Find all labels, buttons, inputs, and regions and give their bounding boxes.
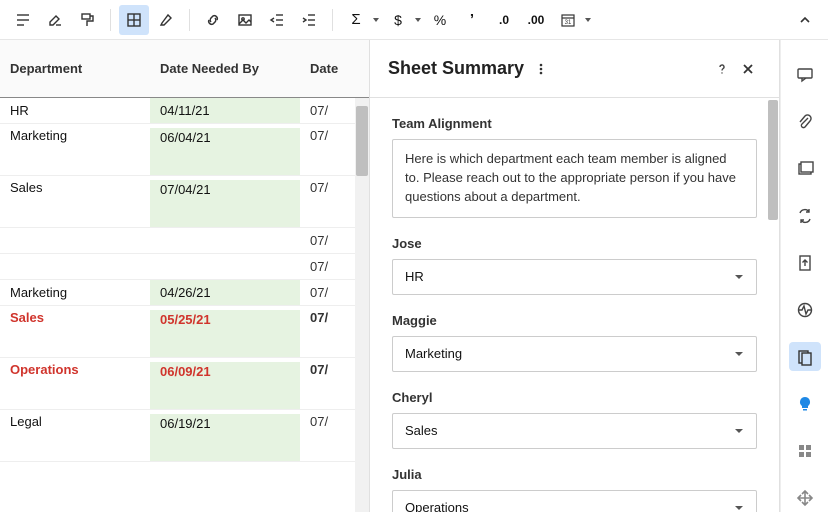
image-button[interactable]	[230, 5, 260, 35]
summary-scroll-thumb[interactable]	[768, 100, 778, 220]
decrease-decimal-button[interactable]: .0	[489, 5, 519, 35]
cell-date-needed[interactable]	[150, 228, 300, 253]
column-header-department[interactable]: Department	[0, 61, 150, 76]
proofs-button[interactable]	[789, 154, 821, 183]
dropdown-person-department[interactable]: Operations	[392, 490, 757, 512]
cell-department[interactable]: Legal	[0, 414, 150, 429]
table-row[interactable]: Sales05/25/2107/	[0, 306, 369, 358]
tips-button[interactable]	[789, 389, 821, 418]
grid-rows[interactable]: HR04/11/2107/Marketing06/04/2107/Sales07…	[0, 98, 369, 512]
sum-button[interactable]: Σ	[341, 5, 371, 35]
table-row[interactable]: 07/	[0, 228, 369, 254]
grid-scrollbar[interactable]	[355, 98, 369, 512]
wrap-button[interactable]	[8, 5, 38, 35]
summary-header: Sheet Summary	[370, 40, 779, 98]
date-format-button[interactable]: 31	[553, 5, 583, 35]
cell-date-needed[interactable]: 06/04/21	[150, 128, 300, 175]
column-header-date[interactable]: Date	[300, 61, 369, 76]
sum-dropdown[interactable]	[371, 16, 381, 24]
cell-date-needed[interactable]: 05/25/21	[150, 310, 300, 357]
cell-date-needed[interactable]: 04/26/21	[150, 280, 300, 305]
dropdown-value: Sales	[405, 423, 438, 438]
cell-date-needed[interactable]: 07/04/21	[150, 180, 300, 227]
summary-close-button[interactable]	[735, 56, 761, 82]
update-requests-button[interactable]	[789, 201, 821, 230]
dropdown-person-department[interactable]: Sales	[392, 413, 757, 449]
cell-department[interactable]: HR	[0, 103, 150, 118]
highlight-button[interactable]	[151, 5, 181, 35]
cell-date-needed[interactable]: 06/09/21	[150, 362, 300, 409]
grid-region: Department Date Needed By Date HR04/11/2…	[0, 40, 370, 512]
toolbar-separator	[110, 9, 111, 31]
activity-log-button[interactable]	[789, 295, 821, 324]
toolbar-separator	[189, 9, 190, 31]
cell-date-needed[interactable]: 04/11/21	[150, 98, 300, 123]
table-row[interactable]: Marketing06/04/2107/	[0, 124, 369, 176]
field-label-person: Maggie	[392, 313, 757, 328]
grid-scroll-thumb[interactable]	[356, 106, 368, 176]
move-button[interactable]	[789, 483, 821, 512]
chevron-down-icon	[734, 503, 744, 512]
dropdown-value: Marketing	[405, 346, 462, 361]
dropdown-person-department[interactable]: Marketing	[392, 336, 757, 372]
increase-decimal-button[interactable]: .00	[521, 5, 551, 35]
summary-title: Sheet Summary	[388, 58, 524, 79]
borders-button[interactable]	[119, 5, 149, 35]
cell-department[interactable]: Sales	[0, 180, 150, 195]
grid-header: Department Date Needed By Date	[0, 40, 369, 98]
conversations-button[interactable]	[789, 60, 821, 89]
cell-date-needed[interactable]: 06/19/21	[150, 414, 300, 461]
sheet-summary-panel: Sheet Summary Team Alignment Here is whi…	[370, 40, 780, 512]
field-label-person: Cheryl	[392, 390, 757, 405]
dropdown-person-department[interactable]: HR	[392, 259, 757, 295]
currency-dropdown[interactable]	[413, 16, 423, 24]
cell-department[interactable]: Marketing	[0, 285, 150, 300]
right-rail	[780, 40, 828, 512]
cell-department[interactable]: Sales	[0, 310, 150, 325]
table-row[interactable]: Sales07/04/2107/	[0, 176, 369, 228]
percent-button[interactable]: %	[425, 5, 455, 35]
clear-format-button[interactable]	[40, 5, 70, 35]
indent-button[interactable]	[294, 5, 324, 35]
thousands-button[interactable]: ’	[457, 5, 487, 35]
toolbar-separator	[332, 9, 333, 31]
field-label-person: Julia	[392, 467, 757, 482]
table-row[interactable]: Legal06/19/2107/	[0, 410, 369, 462]
collapse-toolbar-button[interactable]	[790, 5, 820, 35]
table-row[interactable]: Operations06/09/2107/	[0, 358, 369, 410]
sheet-summary-button[interactable]	[789, 342, 821, 371]
cell-department[interactable]: Operations	[0, 362, 150, 377]
dropdown-value: HR	[405, 269, 424, 284]
link-button[interactable]	[198, 5, 228, 35]
chevron-down-icon	[734, 349, 744, 359]
resource-button[interactable]	[789, 436, 821, 465]
chevron-down-icon	[734, 426, 744, 436]
cell-department[interactable]: Marketing	[0, 128, 150, 143]
format-painter-button[interactable]	[72, 5, 102, 35]
publish-button[interactable]	[789, 248, 821, 277]
field-value-team-alignment[interactable]: Here is which department each team membe…	[392, 139, 757, 218]
summary-help-button[interactable]	[709, 56, 735, 82]
summary-body: Team Alignment Here is which department …	[370, 98, 779, 512]
field-label-person: Jose	[392, 236, 757, 251]
date-format-dropdown[interactable]	[583, 16, 593, 24]
dropdown-value: Operations	[405, 500, 469, 512]
toolbar: Σ $ % ’ .0 .00 31	[0, 0, 828, 40]
summary-menu-button[interactable]	[534, 62, 548, 76]
cell-date-needed[interactable]	[150, 254, 300, 279]
svg-text:31: 31	[565, 20, 572, 26]
currency-button[interactable]: $	[383, 5, 413, 35]
chevron-down-icon	[734, 272, 744, 282]
table-row[interactable]: Marketing04/26/2107/	[0, 280, 369, 306]
summary-scrollbar[interactable]	[767, 98, 779, 512]
attachments-button[interactable]	[789, 107, 821, 136]
table-row[interactable]: HR04/11/2107/	[0, 98, 369, 124]
outdent-button[interactable]	[262, 5, 292, 35]
table-row[interactable]: 07/	[0, 254, 369, 280]
field-label-team-alignment: Team Alignment	[392, 116, 757, 131]
column-header-date-needed[interactable]: Date Needed By	[150, 61, 300, 76]
